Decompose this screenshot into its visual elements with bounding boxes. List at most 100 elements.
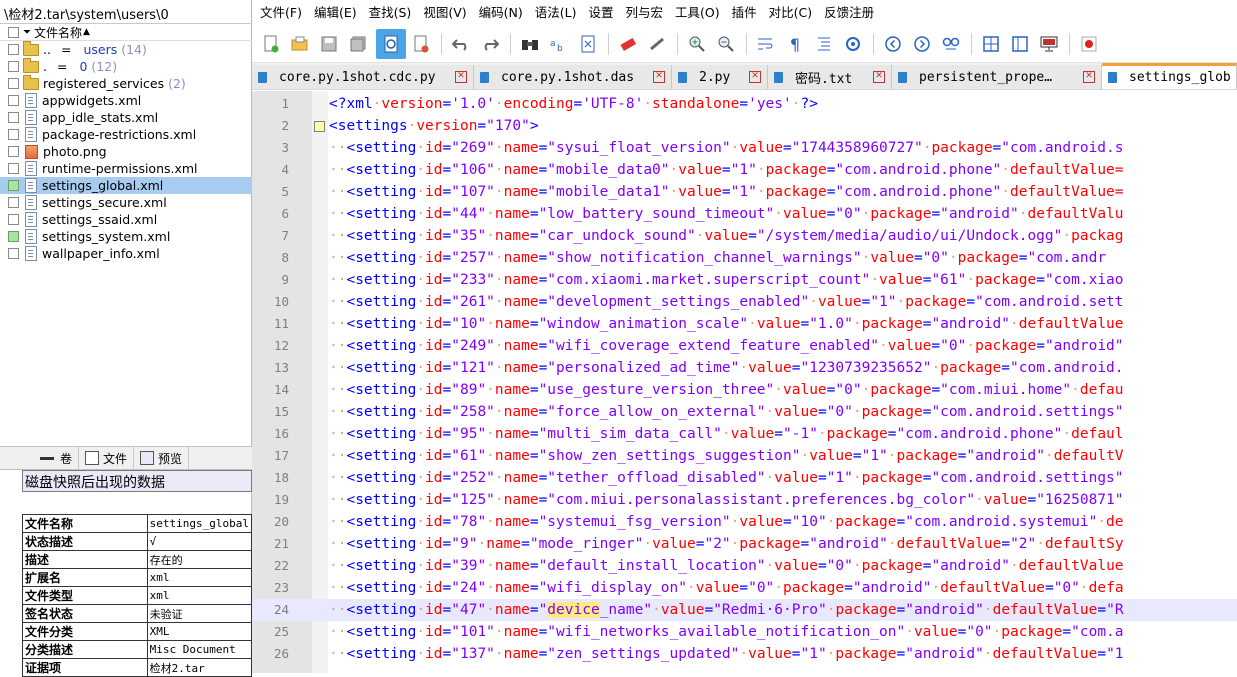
menu-item[interactable]: 反馈注册 [818, 0, 880, 26]
tree-row[interactable]: appwidgets.xml [0, 92, 252, 109]
row-checkbox[interactable] [8, 180, 19, 191]
next-icon[interactable] [911, 33, 933, 55]
code-line[interactable]: 20 ··<setting·id="78"·name="systemui_fsg_… [252, 511, 1237, 533]
menu-item[interactable]: 对比(C) [763, 0, 818, 26]
tree-row[interactable]: registered_services (2) [0, 74, 252, 92]
tab-file[interactable]: 文件 [79, 447, 135, 469]
code-line[interactable]: 7 ··<setting·id="35"·name="car_undock_sou… [252, 225, 1237, 247]
menu-item[interactable]: 列与宏 [619, 0, 669, 26]
close-tab-icon[interactable]: ✕ [873, 71, 885, 83]
settings-gear-icon[interactable] [842, 33, 864, 55]
code-line[interactable]: 11 ··<setting·id="10"·name="window_animat… [252, 313, 1237, 335]
code-line[interactable]: 10 ··<setting·id="261"·name="development_… [252, 291, 1237, 313]
replace-icon[interactable]: ab [548, 33, 570, 55]
code-line[interactable]: 18 ··<setting·id="252"·name="tether_offlo… [252, 467, 1237, 489]
tree-row[interactable]: .. = users (14) [0, 40, 252, 58]
tree-header[interactable]: ⏷ 文件名称 ▲ [0, 24, 252, 41]
row-checkbox[interactable] [8, 146, 19, 157]
code-line[interactable]: 23 ··<setting·id="24"·name="wifi_display_… [252, 577, 1237, 599]
code-line[interactable]: 13 ··<setting·id="121"·name="personalized… [252, 357, 1237, 379]
tree-row[interactable]: app_idle_stats.xml [0, 109, 252, 126]
code-line[interactable]: 17 ··<setting·id="61"·name="show_zen_sett… [252, 445, 1237, 467]
zoom-in-icon[interactable] [686, 33, 708, 55]
row-checkbox[interactable] [8, 197, 19, 208]
prev-icon[interactable] [882, 33, 904, 55]
menu-item[interactable]: 工具(O) [669, 0, 726, 26]
menu-item[interactable]: 插件 [726, 0, 763, 26]
tab-preview[interactable]: 预览 [134, 447, 190, 469]
close-file-icon[interactable] [410, 33, 432, 55]
row-checkbox[interactable] [8, 61, 19, 72]
find-in-files-icon[interactable] [577, 33, 599, 55]
code-line[interactable]: 25 ··<setting·id="101"·name="wifi_network… [252, 621, 1237, 643]
menu-item[interactable]: 编辑(E) [308, 0, 363, 26]
indent-guide-icon[interactable] [813, 33, 835, 55]
select-all-checkbox[interactable] [8, 26, 19, 38]
row-checkbox[interactable] [8, 231, 19, 242]
goto-icon[interactable] [940, 33, 962, 55]
row-checkbox[interactable] [8, 78, 19, 89]
zoom-out-icon[interactable] [715, 33, 737, 55]
close-tab-icon[interactable]: ✕ [653, 71, 665, 83]
close-tab-icon[interactable]: ✕ [455, 71, 467, 83]
row-checkbox[interactable] [8, 44, 19, 55]
save-icon[interactable] [318, 33, 340, 55]
code-line[interactable]: 19 ··<setting·id="125"·name="com.miui.per… [252, 489, 1237, 511]
code-line[interactable]: 14 ··<setting·id="89"·name="use_gesture_v… [252, 379, 1237, 401]
row-checkbox[interactable] [8, 129, 19, 140]
fold-toggle-icon[interactable] [314, 121, 325, 132]
undo-icon[interactable] [450, 33, 472, 55]
row-checkbox[interactable] [8, 112, 19, 123]
tree-row[interactable]: runtime-permissions.xml [0, 160, 252, 177]
file-tab[interactable]: core.py.1shot.cdc.py ✕ [252, 65, 474, 89]
code-line[interactable]: 6 ··<setting·id="44"·name="low_battery_so… [252, 203, 1237, 225]
code-line[interactable]: 8 ··<setting·id="257"·name="show_notifica… [252, 247, 1237, 269]
tree-row[interactable]: wallpaper_info.xml [0, 245, 252, 262]
file-tab[interactable]: core.py.1shot.das ✕ [474, 65, 672, 89]
split-h-icon[interactable] [980, 33, 1002, 55]
tree-row[interactable]: package-restrictions.xml [0, 126, 252, 143]
code-area[interactable]: 1 <?xml·version='1.0'·encoding='UTF-8'·st… [252, 91, 1237, 673]
show-symbols-icon[interactable]: ¶ [784, 33, 806, 55]
menu-item[interactable]: 编码(N) [473, 0, 529, 26]
code-line[interactable]: 5 ··<setting·id="107"·name="mobile_data1"… [252, 181, 1237, 203]
menu-item[interactable]: 查找(S) [363, 0, 418, 26]
tree-row[interactable]: settings_global.xml [0, 177, 252, 194]
record-macro-icon[interactable] [1078, 33, 1100, 55]
row-checkbox[interactable] [8, 163, 19, 174]
code-line[interactable]: 2 <settings·version="170"> [252, 115, 1237, 137]
tree-row[interactable]: . = 0 (12) [0, 57, 252, 75]
tree-row[interactable]: settings_ssaid.xml [0, 211, 252, 228]
code-line[interactable]: 1 <?xml·version='1.0'·encoding='UTF-8'·st… [252, 93, 1237, 115]
code-line[interactable]: 26 ··<setting·id="137"·name="zen_settings… [252, 643, 1237, 665]
open-file-icon[interactable] [289, 33, 311, 55]
word-wrap-icon[interactable] [755, 33, 777, 55]
code-line[interactable]: 22 ··<setting·id="39"·name="default_insta… [252, 555, 1237, 577]
tab-volume[interactable]: 卷 [0, 447, 80, 469]
tree-row[interactable]: settings_secure.xml [0, 194, 252, 211]
split-v-icon[interactable] [1009, 33, 1031, 55]
save-all-icon[interactable] [347, 33, 369, 55]
tree-row[interactable]: settings_system.xml [0, 228, 252, 245]
close-tab-icon[interactable]: ✕ [1083, 71, 1095, 83]
code-line[interactable]: 12 ··<setting·id="249"·name="wifi_coverag… [252, 335, 1237, 357]
reload-icon[interactable] [376, 29, 406, 59]
filter-icon[interactable]: ⏷ [23, 27, 31, 38]
new-file-icon[interactable] [260, 33, 282, 55]
row-checkbox[interactable] [8, 248, 19, 259]
menu-item[interactable]: 视图(V) [417, 0, 472, 26]
file-tab[interactable]: settings_globa [1102, 63, 1237, 89]
code-line[interactable]: 16 ··<setting·id="95"·name="multi_sim_dat… [252, 423, 1237, 445]
monitor-icon[interactable] [1038, 33, 1060, 55]
file-tab[interactable]: 2.py ✕ [672, 65, 768, 89]
row-checkbox[interactable] [8, 214, 19, 225]
code-line[interactable]: 9 ··<setting·id="233"·name="com.xiaomi.ma… [252, 269, 1237, 291]
code-line[interactable]: 15 ··<setting·id="258"·name="force_allow_… [252, 401, 1237, 423]
file-tab[interactable]: 密码.txt ✕ [768, 65, 892, 89]
bookmark-icon[interactable] [617, 33, 639, 55]
menu-item[interactable]: 文件(F) [254, 0, 308, 26]
menu-item[interactable]: 语法(L) [529, 0, 583, 26]
code-line[interactable]: 4 ··<setting·id="106"·name="mobile_data0"… [252, 159, 1237, 181]
find-icon[interactable] [519, 33, 541, 55]
row-checkbox[interactable] [8, 95, 19, 106]
